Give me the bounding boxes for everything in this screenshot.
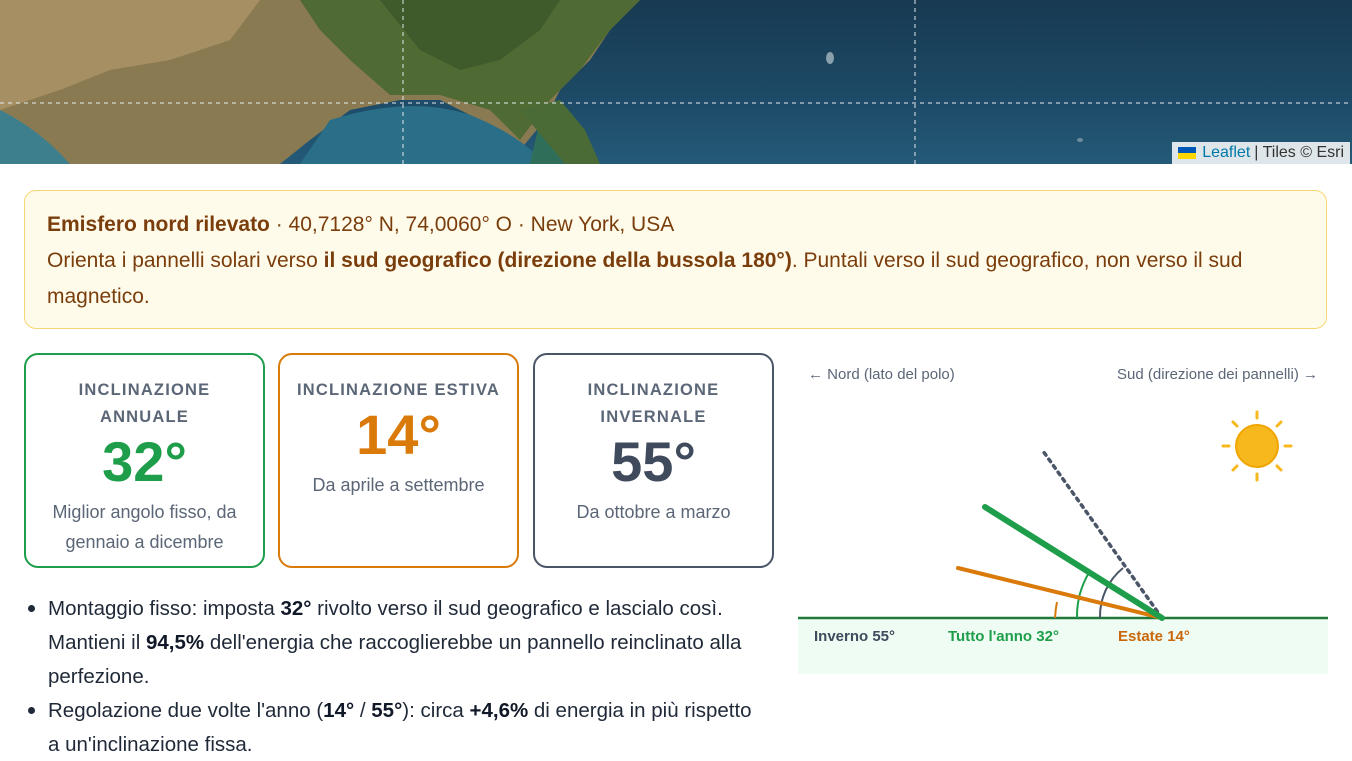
- north-direction-label: ← Nord (lato del polo): [808, 366, 955, 383]
- tip-bold: +4,6%: [469, 699, 529, 722]
- tip-text: /: [354, 699, 372, 722]
- summer-angle-label: Estate 14°: [1118, 628, 1190, 645]
- winter-tilt-value: 55°: [611, 430, 696, 493]
- summer-tilt-value: 14°: [356, 403, 441, 466]
- annual-tilt-value: 32°: [102, 430, 187, 493]
- winter-tilt-desc: Da ottobre a marzo: [576, 502, 731, 522]
- tip-bold: 55°: [371, 699, 403, 722]
- tip-text: ): circa: [402, 699, 470, 722]
- summer-tilt-card: INCLINAZIONE ESTIVA 14° Da aprile a sett…: [278, 353, 519, 568]
- location-coordinates: · 40,7128° N, 74,0060° O · New York, USA: [269, 213, 675, 236]
- hemisphere-detected: Emisfero nord rilevato: [47, 213, 270, 236]
- tip-bold: 14°: [323, 699, 355, 722]
- summer-tilt-label: INCLINAZIONE ESTIVA: [296, 381, 501, 399]
- tip-twice-yearly: Regolazione due volte l'anno (14° / 55°)…: [24, 694, 764, 761]
- annual-panel-line: [982, 504, 1165, 621]
- orient-direction: il sud geografico (direzione della busso…: [323, 249, 792, 272]
- leaflet-link[interactable]: Leaflet: [1202, 142, 1250, 164]
- tip-text: Regolazione due volte l'anno (: [48, 699, 324, 722]
- annual-angle-arc: [1075, 570, 1091, 619]
- annual-tilt-label: INCLINAZIONE ANNUALE: [78, 381, 211, 426]
- tip-text: Montaggio fisso: imposta: [48, 597, 281, 620]
- tip-bold: 94,5%: [146, 631, 205, 654]
- winter-tilt-label: INCLINAZIONE INVERNALE: [587, 381, 720, 426]
- summer-angle-arc: [1054, 601, 1058, 619]
- hemisphere-notice: Emisfero nord rilevato · 40,7128° N, 74,…: [24, 190, 1327, 329]
- map-view[interactable]: Leaflet | Tiles © Esri: [0, 0, 1352, 164]
- tip-fixed-mount: Montaggio fisso: imposta 32° rivolto ver…: [24, 592, 764, 694]
- tiles-attribution: | Tiles © Esri: [1254, 144, 1344, 161]
- tilt-diagram: ← Nord (lato del polo) Sud (direzione de…: [796, 360, 1328, 676]
- map-tiles: [0, 0, 1352, 164]
- ground-band: [798, 618, 1328, 674]
- sun-icon: [1221, 410, 1293, 482]
- south-direction-label: Sud (direzione dei pannelli) →: [1117, 366, 1318, 383]
- orient-prefix: Orienta i pannelli solari verso: [47, 249, 324, 272]
- map-attribution: Leaflet | Tiles © Esri: [1172, 142, 1350, 164]
- notice-line-1: Emisfero nord rilevato · 40,7128° N, 74,…: [47, 207, 1304, 243]
- annual-angle-label: Tutto l'anno 32°: [948, 628, 1059, 645]
- winter-tilt-card: INCLINAZIONE INVERNALE 55° Da ottobre a …: [533, 353, 774, 568]
- ukraine-flag-icon: [1178, 147, 1197, 159]
- tip-bold: 32°: [280, 597, 312, 620]
- annual-tilt-desc: Miglior angolo fisso, da gennaio a dicem…: [52, 502, 237, 552]
- winter-angle-label: Inverno 55°: [814, 628, 896, 645]
- summer-tilt-desc: Da aprile a settembre: [312, 475, 485, 495]
- annual-tilt-card: INCLINAZIONE ANNUALE 32° Miglior angolo …: [24, 353, 265, 568]
- tips-list: Montaggio fisso: imposta 32° rivolto ver…: [24, 592, 764, 761]
- notice-line-2: Orienta i pannelli solari verso il sud g…: [47, 243, 1304, 315]
